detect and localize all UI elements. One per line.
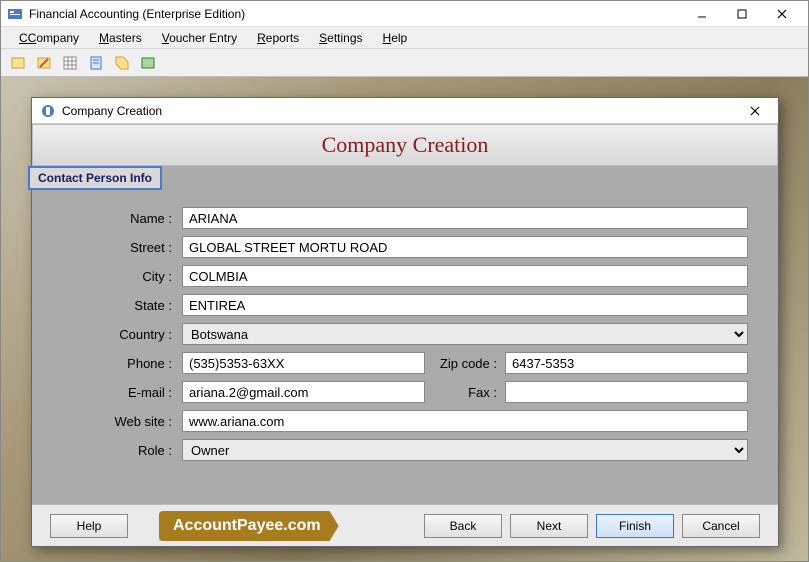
row-name: Name : [62, 206, 748, 230]
close-button[interactable] [762, 1, 802, 27]
app-titlebar: Financial Accounting (Enterprise Edition… [1, 1, 808, 27]
watermark-badge: AccountPayee.com [159, 511, 339, 541]
row-email: E-mail : Fax : [62, 380, 748, 404]
row-website: Web site : [62, 409, 748, 433]
label-street: Street : [62, 240, 182, 255]
menubar: CCompany Masters Voucher Entry Reports S… [1, 27, 808, 49]
label-country: Country : [62, 327, 182, 342]
company-creation-dialog: Company Creation Company Creation Contac… [31, 97, 779, 547]
window-controls [682, 1, 802, 27]
menu-reports[interactable]: Reports [247, 29, 309, 47]
tab-contact-person-info[interactable]: Contact Person Info [28, 166, 162, 190]
form-area: Name : Street : City : State : Country : [32, 166, 778, 504]
label-phone: Phone : [62, 356, 182, 371]
label-role: Role : [62, 443, 182, 458]
row-phone: Phone : Zip code : [62, 351, 748, 375]
menu-company-label: Company [28, 31, 79, 45]
label-city: City : [62, 269, 182, 284]
cancel-button[interactable]: Cancel [682, 514, 760, 538]
row-country: Country : Botswana [62, 322, 748, 346]
dialog-title: Company Creation [62, 104, 740, 118]
label-name: Name : [62, 211, 182, 226]
dialog-titlebar: Company Creation [32, 98, 778, 124]
toolbar-edit-icon[interactable] [33, 52, 55, 74]
menu-help[interactable]: Help [373, 29, 418, 47]
role-select[interactable]: Owner [182, 439, 748, 461]
dialog-icon [40, 103, 56, 119]
toolbar-report-icon[interactable] [85, 52, 107, 74]
help-button[interactable]: Help [50, 514, 128, 538]
row-state: State : [62, 293, 748, 317]
fax-field[interactable] [505, 381, 748, 403]
city-field[interactable] [182, 265, 748, 287]
email-field[interactable] [182, 381, 425, 403]
dialog-footer: Help Back Next Finish Cancel [32, 504, 778, 546]
toolbar-ledger-icon[interactable] [137, 52, 159, 74]
toolbar-new-icon[interactable] [7, 52, 29, 74]
menu-voucher[interactable]: Voucher Entry [152, 29, 247, 47]
row-street: Street : [62, 235, 748, 259]
state-field[interactable] [182, 294, 748, 316]
app-icon [7, 6, 23, 22]
toolbar [1, 49, 808, 77]
client-area: Company Creation Company Creation Contac… [1, 77, 808, 561]
menu-company[interactable]: CCompany [9, 29, 89, 47]
dialog-header: Company Creation [32, 124, 778, 166]
zip-field[interactable] [505, 352, 748, 374]
finish-button[interactable]: Finish [596, 514, 674, 538]
menu-settings[interactable]: Settings [309, 29, 372, 47]
maximize-button[interactable] [722, 1, 762, 27]
next-button[interactable]: Next [510, 514, 588, 538]
website-field[interactable] [182, 410, 748, 432]
app-window: Financial Accounting (Enterprise Edition… [0, 0, 809, 562]
label-email: E-mail : [62, 385, 182, 400]
toolbar-grid-icon[interactable] [59, 52, 81, 74]
row-city: City : [62, 264, 748, 288]
label-zip: Zip code : [425, 356, 505, 371]
country-select[interactable]: Botswana [182, 323, 748, 345]
dialog-heading: Company Creation [322, 132, 489, 158]
menu-masters[interactable]: Masters [89, 29, 152, 47]
minimize-button[interactable] [682, 1, 722, 27]
row-role: Role : Owner [62, 438, 748, 462]
label-website: Web site : [62, 414, 182, 429]
name-field[interactable] [182, 207, 748, 229]
toolbar-tag-icon[interactable] [111, 52, 133, 74]
label-state: State : [62, 298, 182, 313]
app-title: Financial Accounting (Enterprise Edition… [29, 7, 682, 21]
phone-field[interactable] [182, 352, 425, 374]
street-field[interactable] [182, 236, 748, 258]
label-fax: Fax : [425, 385, 505, 400]
dialog-close-button[interactable] [740, 100, 770, 122]
back-button[interactable]: Back [424, 514, 502, 538]
